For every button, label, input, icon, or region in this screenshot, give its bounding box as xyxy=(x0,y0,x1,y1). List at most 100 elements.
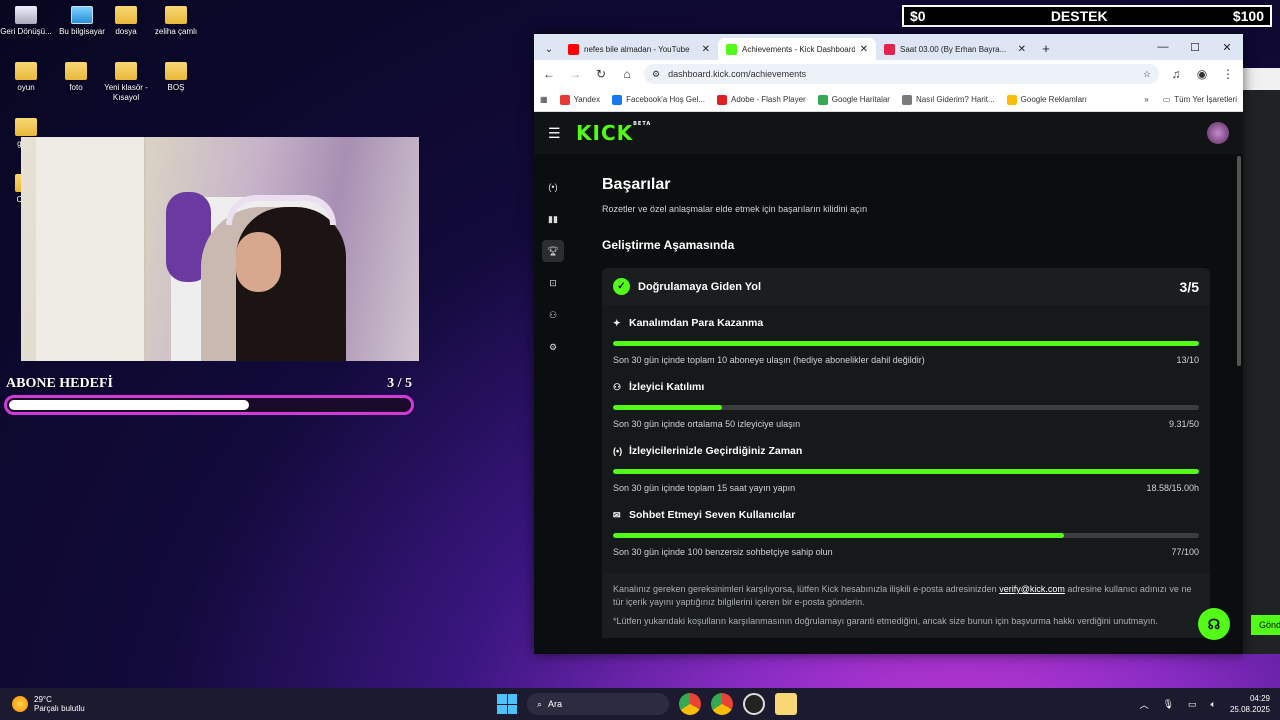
user-avatar[interactable] xyxy=(1207,122,1229,144)
viewers-icon: ⚇ xyxy=(613,381,622,392)
browser-tab[interactable]: Saat 03.00 (By Erhan Bayra... ✕ xyxy=(876,38,1034,60)
desktop-icon-label: zeliha çamlı xyxy=(154,27,198,36)
kick-logo[interactable]: KICKBETA xyxy=(576,121,651,145)
desktop-icon[interactable]: Yeni klasör - Kısayol xyxy=(100,62,152,103)
maximize-icon[interactable]: ☐ xyxy=(1179,34,1211,60)
desktop-icon-label: Yeni klasör - Kısayol xyxy=(104,83,148,102)
reload-icon[interactable]: ↻ xyxy=(592,67,610,81)
community-icon[interactable]: ⚇ xyxy=(542,304,564,326)
bookmark-item[interactable]: Nasıl Giderim? Harit... xyxy=(901,94,995,105)
achievement-progress-fill xyxy=(613,341,1199,346)
volume-icon[interactable]: 🔈︎ xyxy=(1211,699,1216,710)
bookmark-item[interactable]: Yandex xyxy=(559,94,600,105)
clock[interactable]: 04:29 25.08.2025 xyxy=(1230,693,1270,715)
settings-icon[interactable]: ⚙ xyxy=(542,336,564,358)
help-support-icon[interactable]: ☊ xyxy=(1198,608,1230,640)
desktop-icon[interactable]: BOŞ xyxy=(150,62,202,93)
site-info-icon[interactable]: ⚙ xyxy=(652,69,660,80)
back-icon[interactable]: ← xyxy=(540,67,558,81)
tab-favicon-icon xyxy=(568,43,579,55)
desktop-icon[interactable]: Geri Dönüşü... xyxy=(0,6,52,37)
media-icon[interactable]: ♫ xyxy=(1167,67,1185,81)
folder-icon xyxy=(165,6,187,24)
achievement-progress-bar xyxy=(613,469,1199,474)
network-icon[interactable]: ▭ xyxy=(1188,699,1197,710)
achievement-progress-bar xyxy=(613,405,1199,410)
bookmark-item[interactable]: Adobe - Flash Player xyxy=(717,94,806,105)
menu-icon[interactable]: ⋮ xyxy=(1219,67,1237,81)
chrome-active-icon[interactable] xyxy=(711,693,733,715)
page-subtitle: Rozetler ve özel anlaşmalar elde etmek i… xyxy=(602,204,868,214)
desktop-icon[interactable]: foto xyxy=(50,62,102,93)
taskbar-search[interactable]: ⌕ Ara xyxy=(527,693,669,715)
achievement-progress-bar xyxy=(613,341,1199,346)
more-bookmarks-icon[interactable]: » xyxy=(1144,95,1148,104)
footer-disclaimer: *Lütfen yukarıdaki koşulların karşılanma… xyxy=(613,616,1158,626)
cam-face xyxy=(236,232,281,292)
desktop-icon-label: oyun xyxy=(17,83,35,92)
verification-footer: Kanalınız gereken gereksinimleri karşılı… xyxy=(602,573,1210,638)
achievement-title: İzleyici Katılımı xyxy=(629,381,705,393)
tab-search-icon[interactable]: ⌄ xyxy=(538,38,560,60)
bookmark-item[interactable]: Google Haritalar xyxy=(817,94,890,105)
browser-window: ⌄ nefes bile almadan - YouTube ✕ Achieveme… xyxy=(534,34,1243,654)
achievement-item: ✦ Kanalımdan Para Kazanma Son 30 gün içind… xyxy=(613,317,1199,365)
start-icon[interactable] xyxy=(497,694,517,714)
bookmark-favicon-icon xyxy=(1006,94,1017,105)
home-icon[interactable]: ⌂ xyxy=(618,67,636,81)
page-title: Başarılar xyxy=(602,176,671,193)
achievement-description: Son 30 gün içinde 100 benzersiz sohbetçi… xyxy=(613,547,833,557)
send-button[interactable]: Gönd xyxy=(1251,615,1280,635)
chrome-icon[interactable] xyxy=(679,693,701,715)
subscriber-goal-title: ABONE HEDEFİ 3 / 5 xyxy=(6,376,412,392)
bookmark-favicon-icon xyxy=(717,94,728,105)
achievement-item: ⚇ İzleyici Katılımı Son 30 gün içinde orta… xyxy=(613,381,1199,429)
new-tab-button[interactable]: + xyxy=(1034,38,1058,60)
folder-icon xyxy=(15,62,37,80)
achievement-progress-fill xyxy=(613,533,1065,538)
browser-tab[interactable]: nefes bile almadan - YouTube ✕ xyxy=(560,38,718,60)
tab-bar: ⌄ nefes bile almadan - YouTube ✕ Achieveme… xyxy=(534,34,1243,60)
all-bookmarks-link[interactable]: ▭ Tüm Yer İşaretleri xyxy=(1163,95,1237,104)
bookmark-item[interactable]: Google Reklamları xyxy=(1006,94,1087,105)
tab-close-icon[interactable]: ✕ xyxy=(702,44,710,55)
bookmark-item[interactable]: Facebook'a Hoş Gel... xyxy=(612,94,705,105)
cam-headset xyxy=(226,195,336,225)
desktop-icon[interactable]: dosya xyxy=(100,6,152,37)
achievement-progress-fill xyxy=(613,469,1199,474)
achievement-item: ✉ Sohbet Etmeyi Seven Kullanıcılar Son 30 … xyxy=(613,509,1199,557)
achievement-progress-bar xyxy=(613,533,1199,538)
moderation-icon[interactable]: ⊡ xyxy=(542,272,564,294)
apps-icon[interactable]: ▦ xyxy=(540,95,548,104)
url-field[interactable]: ⚙ dashboard.kick.com/achievements ☆ xyxy=(644,64,1159,84)
file-explorer-icon[interactable] xyxy=(775,693,797,715)
donation-min: $0 xyxy=(910,8,926,24)
close-icon[interactable]: ✕ xyxy=(1211,34,1243,60)
tray-chevron-icon[interactable]: ︿ xyxy=(1140,698,1149,711)
scrollbar[interactable] xyxy=(1237,156,1241,366)
desktop-icon-label: BOŞ xyxy=(167,83,185,92)
donation-label: DESTEK xyxy=(1050,8,1108,24)
verify-email-link[interactable]: verify@kick.com xyxy=(999,584,1065,594)
tab-close-icon[interactable]: ✕ xyxy=(1018,44,1026,55)
weather-icon xyxy=(12,696,28,712)
obs-icon[interactable] xyxy=(743,693,765,715)
folder-icon xyxy=(65,62,87,80)
browser-tab[interactable]: Achievements - Kick Dashboard ✕ xyxy=(718,38,876,60)
tab-close-icon[interactable]: ✕ xyxy=(860,44,868,55)
hamburger-menu-icon[interactable]: ☰ xyxy=(548,125,576,142)
forward-icon[interactable]: → xyxy=(566,67,584,81)
desktop-icon[interactable]: oyun xyxy=(0,62,52,93)
background-window xyxy=(1243,68,1280,654)
achievement-description: Son 30 gün içinde ortalama 50 izleyiciye… xyxy=(613,419,801,429)
trophy-icon[interactable]: 🏆︎ xyxy=(542,240,564,262)
star-icon[interactable]: ☆ xyxy=(1143,69,1151,80)
weather-widget[interactable]: 29°C Parçalı bulutlu xyxy=(0,695,200,713)
minimize-icon[interactable]: — xyxy=(1147,34,1179,60)
analytics-icon[interactable]: ▮▮ xyxy=(542,208,564,230)
profile-icon[interactable]: ◉ xyxy=(1193,67,1211,81)
microphone-icon[interactable]: 🎙︎ xyxy=(1163,699,1174,710)
desktop-icon[interactable]: zeliha çamlı xyxy=(150,6,202,37)
goal-label: ABONE HEDEFİ xyxy=(6,376,113,391)
live-icon[interactable]: (•) xyxy=(542,176,564,198)
